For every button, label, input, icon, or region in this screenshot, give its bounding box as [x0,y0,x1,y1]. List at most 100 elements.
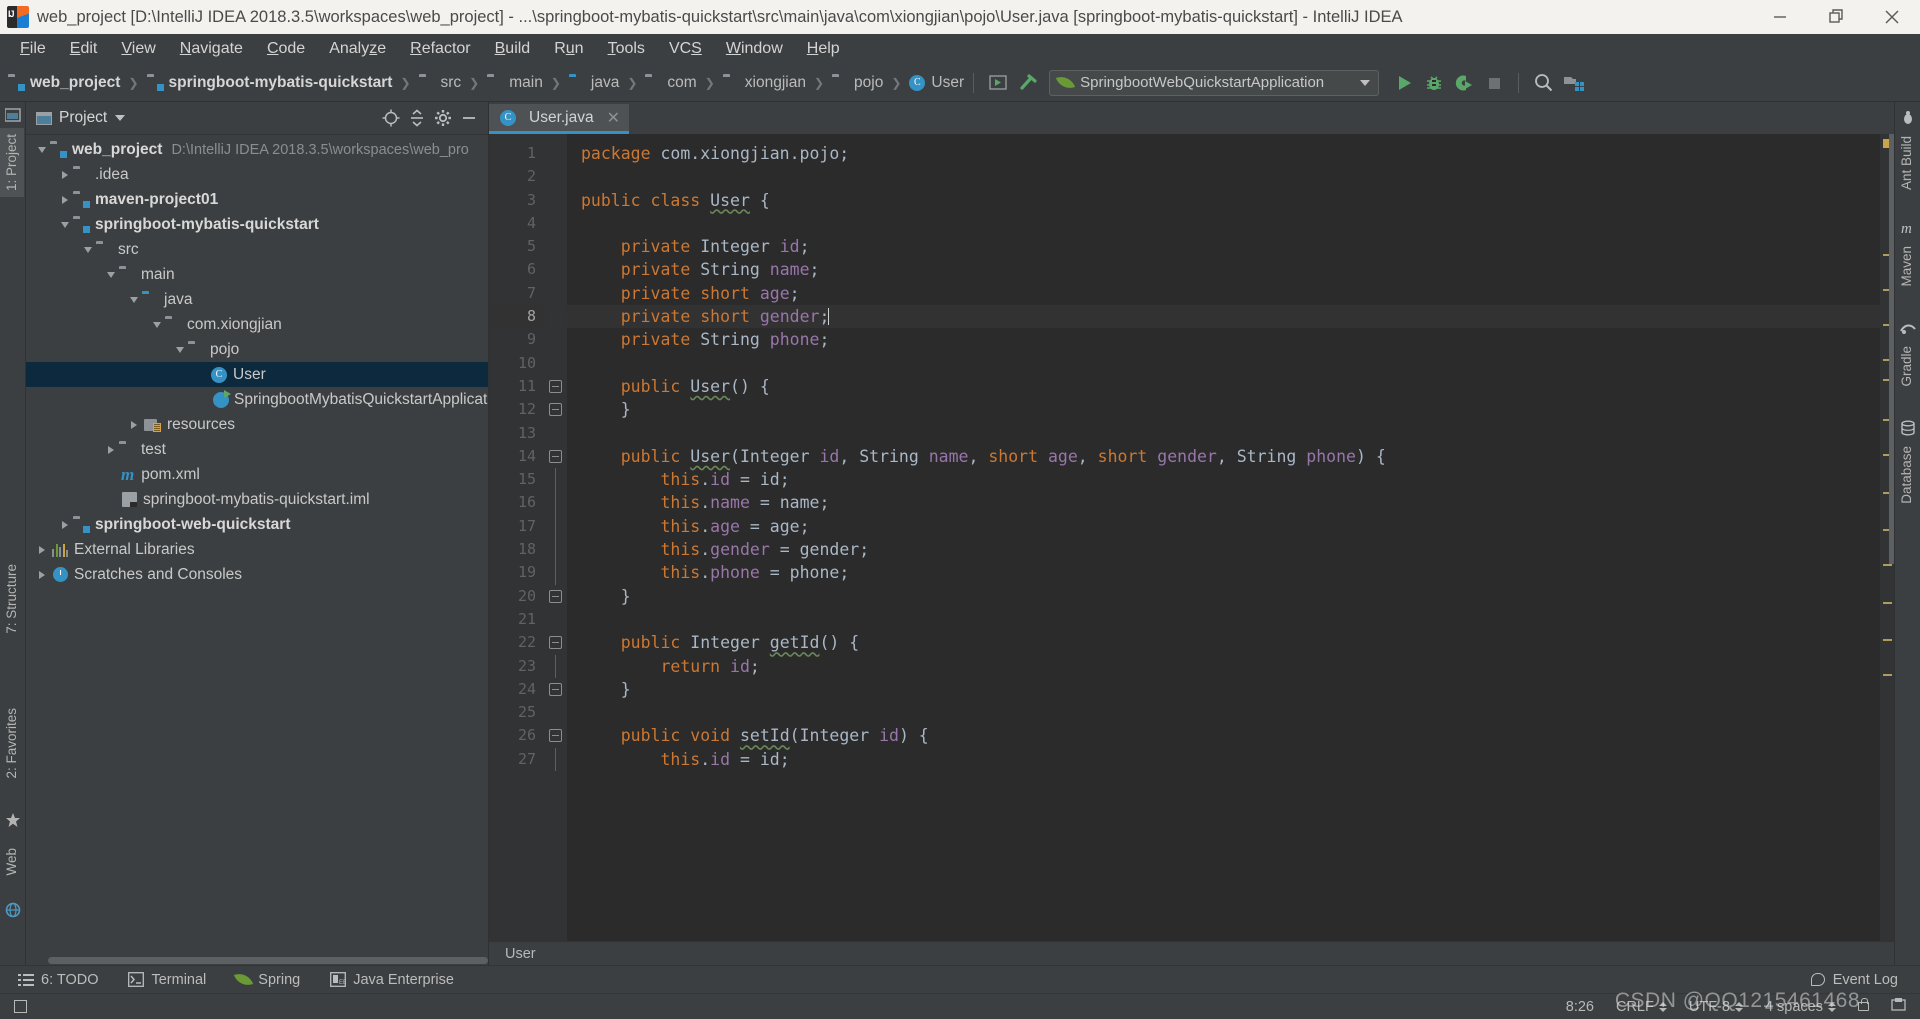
code-line[interactable]: public void setId(Integer id) { [567,724,1880,747]
code-line[interactable]: this.age = age; [567,515,1880,538]
breadcrumb-item-springboot-mybatis-quickstart[interactable]: springboot-mybatis-quickstart [147,74,393,92]
fold-line[interactable] [545,491,567,515]
code-line[interactable] [567,422,1880,445]
code-line[interactable]: } [567,678,1880,701]
close-icon[interactable]: ✕ [607,108,620,128]
fold-line[interactable] [545,538,567,562]
tree-node[interactable]: Scratches and Consoles [26,562,488,587]
sidebar-item-maven[interactable]: Maven [1894,240,1919,293]
tree-node[interactable]: pojo [26,337,488,362]
fold-start-icon[interactable] [545,375,567,398]
fold-line[interactable] [545,468,567,492]
menu-item-edit[interactable]: Edit [58,37,110,61]
menu-item-view[interactable]: View [109,37,167,61]
code-line[interactable]: this.phone = phone; [567,561,1880,584]
tree-node[interactable]: maven-project01 [26,187,488,212]
chevron-down-icon[interactable] [57,217,73,233]
menu-item-tools[interactable]: Tools [596,37,657,61]
code-line[interactable]: this.gender = gender; [567,538,1880,561]
fold-end-icon[interactable] [545,678,567,701]
menu-item-build[interactable]: Build [483,37,543,61]
chevron-down-icon[interactable] [126,292,142,308]
debug-button[interactable] [1419,69,1449,97]
breadcrumb-item-pojo[interactable]: pojo [832,74,883,92]
code-line[interactable]: private short gender; [567,305,1880,329]
readonly-toggle-icon[interactable] [1891,997,1906,1016]
menu-item-window[interactable]: Window [714,37,795,61]
fold-start-icon[interactable] [545,724,567,747]
sidebar-item-favorites[interactable]: 2: Favorites [0,702,24,785]
tree-node[interactable]: .idea [26,162,488,187]
fold-line[interactable] [545,654,567,678]
code-line[interactable] [567,165,1880,188]
chevron-right-icon[interactable] [103,442,119,458]
code-line[interactable]: } [567,398,1880,421]
code-line[interactable]: package com.xiongjian.pojo; [567,142,1880,165]
tree-node[interactable]: resources [26,412,488,437]
run-configuration-selector[interactable]: SpringbootWebQuickstartApplication [1049,69,1380,96]
fold-start-icon[interactable] [545,631,567,654]
code-line[interactable]: private String name; [567,258,1880,281]
tree-node[interactable]: springboot-mybatis-quickstart.iml [26,487,488,512]
run-button[interactable] [1389,69,1419,97]
tree-node[interactable]: web_project D:\IntelliJ IDEA 2018.3.5\wor… [26,137,488,162]
fold-line[interactable] [545,514,567,539]
maximize-button[interactable] [1808,0,1864,34]
hammer-icon[interactable] [1013,69,1043,97]
tool-window-java-enterprise[interactable]: EE Java Enterprise [330,972,454,988]
window-layout-icon[interactable] [14,1000,27,1013]
sidebar-item-gradle[interactable]: Gradle [1894,340,1919,393]
project-horizontal-scrollbar[interactable] [26,956,488,965]
menu-item-analyze[interactable]: Analyze [317,37,398,61]
hide-button[interactable] [456,106,482,130]
search-everywhere-button[interactable] [1528,69,1558,97]
sidebar-item-database[interactable]: Database [1894,440,1919,510]
menu-item-navigate[interactable]: Navigate [168,37,255,61]
chevron-down-icon[interactable] [172,342,188,358]
code-line[interactable] [567,212,1880,235]
locate-file-button[interactable] [378,106,404,130]
code-line[interactable]: this.id = id; [567,748,1880,771]
lock-icon[interactable] [1858,998,1869,1011]
code-line[interactable] [567,701,1880,724]
tree-node[interactable]: java [26,287,488,312]
menu-item-help[interactable]: Help [795,37,852,61]
menu-item-code[interactable]: Code [255,37,317,61]
tree-node[interactable]: test [26,437,488,462]
code-line[interactable]: public Integer getId() { [567,631,1880,654]
source-code[interactable]: package com.xiongjian.pojo; public class… [567,134,1880,941]
indent-setting[interactable]: 4 spaces [1765,999,1836,1015]
chevron-right-icon[interactable] [34,567,50,583]
error-marker-bar[interactable] [1880,134,1894,941]
breadcrumb-item-user[interactable]: C User [909,74,964,92]
breadcrumb-item-src[interactable]: src [419,74,462,92]
menu-item-vcs[interactable]: VCS [657,37,714,61]
code-editor[interactable]: 1 2 3 4 5 6 7 8 9 10 11 12 13 14 15 16 17 18 19 20 21 22 23 24 2… [489,134,1894,941]
collapse-all-button[interactable] [404,106,430,130]
line-separator[interactable]: CRLF [1616,999,1667,1015]
tree-node[interactable]: com.xiongjian [26,312,488,337]
event-log-button[interactable]: Event Log [1810,972,1920,988]
fold-start-icon[interactable] [545,445,567,468]
code-line[interactable]: this.id = id; [567,468,1880,491]
menu-bar[interactable]: File Edit View Navigate Code Analyze Refactor B… [0,34,1920,64]
fold-end-icon[interactable] [545,585,567,608]
code-line[interactable]: public class User { [567,189,1880,212]
tree-node[interactable]: springboot-web-quickstart [26,512,488,537]
code-line[interactable] [567,352,1880,375]
tree-node[interactable]: m pom.xml [26,462,488,487]
sidebar-item-project[interactable]: 1: Project [0,128,24,198]
breadcrumb[interactable]: web_project ❯ springboot-mybatis-quickstar… [8,74,964,92]
gear-icon[interactable] [430,106,456,130]
tree-node[interactable]: src [26,237,488,262]
fold-end-icon[interactable] [545,398,567,421]
make-project-button[interactable] [983,69,1013,97]
fold-line[interactable] [545,747,567,772]
chevron-right-icon[interactable] [126,417,142,433]
code-line[interactable]: return id; [567,655,1880,678]
chevron-down-icon[interactable] [115,115,126,121]
breadcrumb-item-main[interactable]: main [487,74,543,92]
menu-item-run[interactable]: Run [542,37,595,61]
chevron-right-icon[interactable] [57,192,73,208]
breadcrumb-item-xiongjian[interactable]: xiongjian [723,74,806,92]
